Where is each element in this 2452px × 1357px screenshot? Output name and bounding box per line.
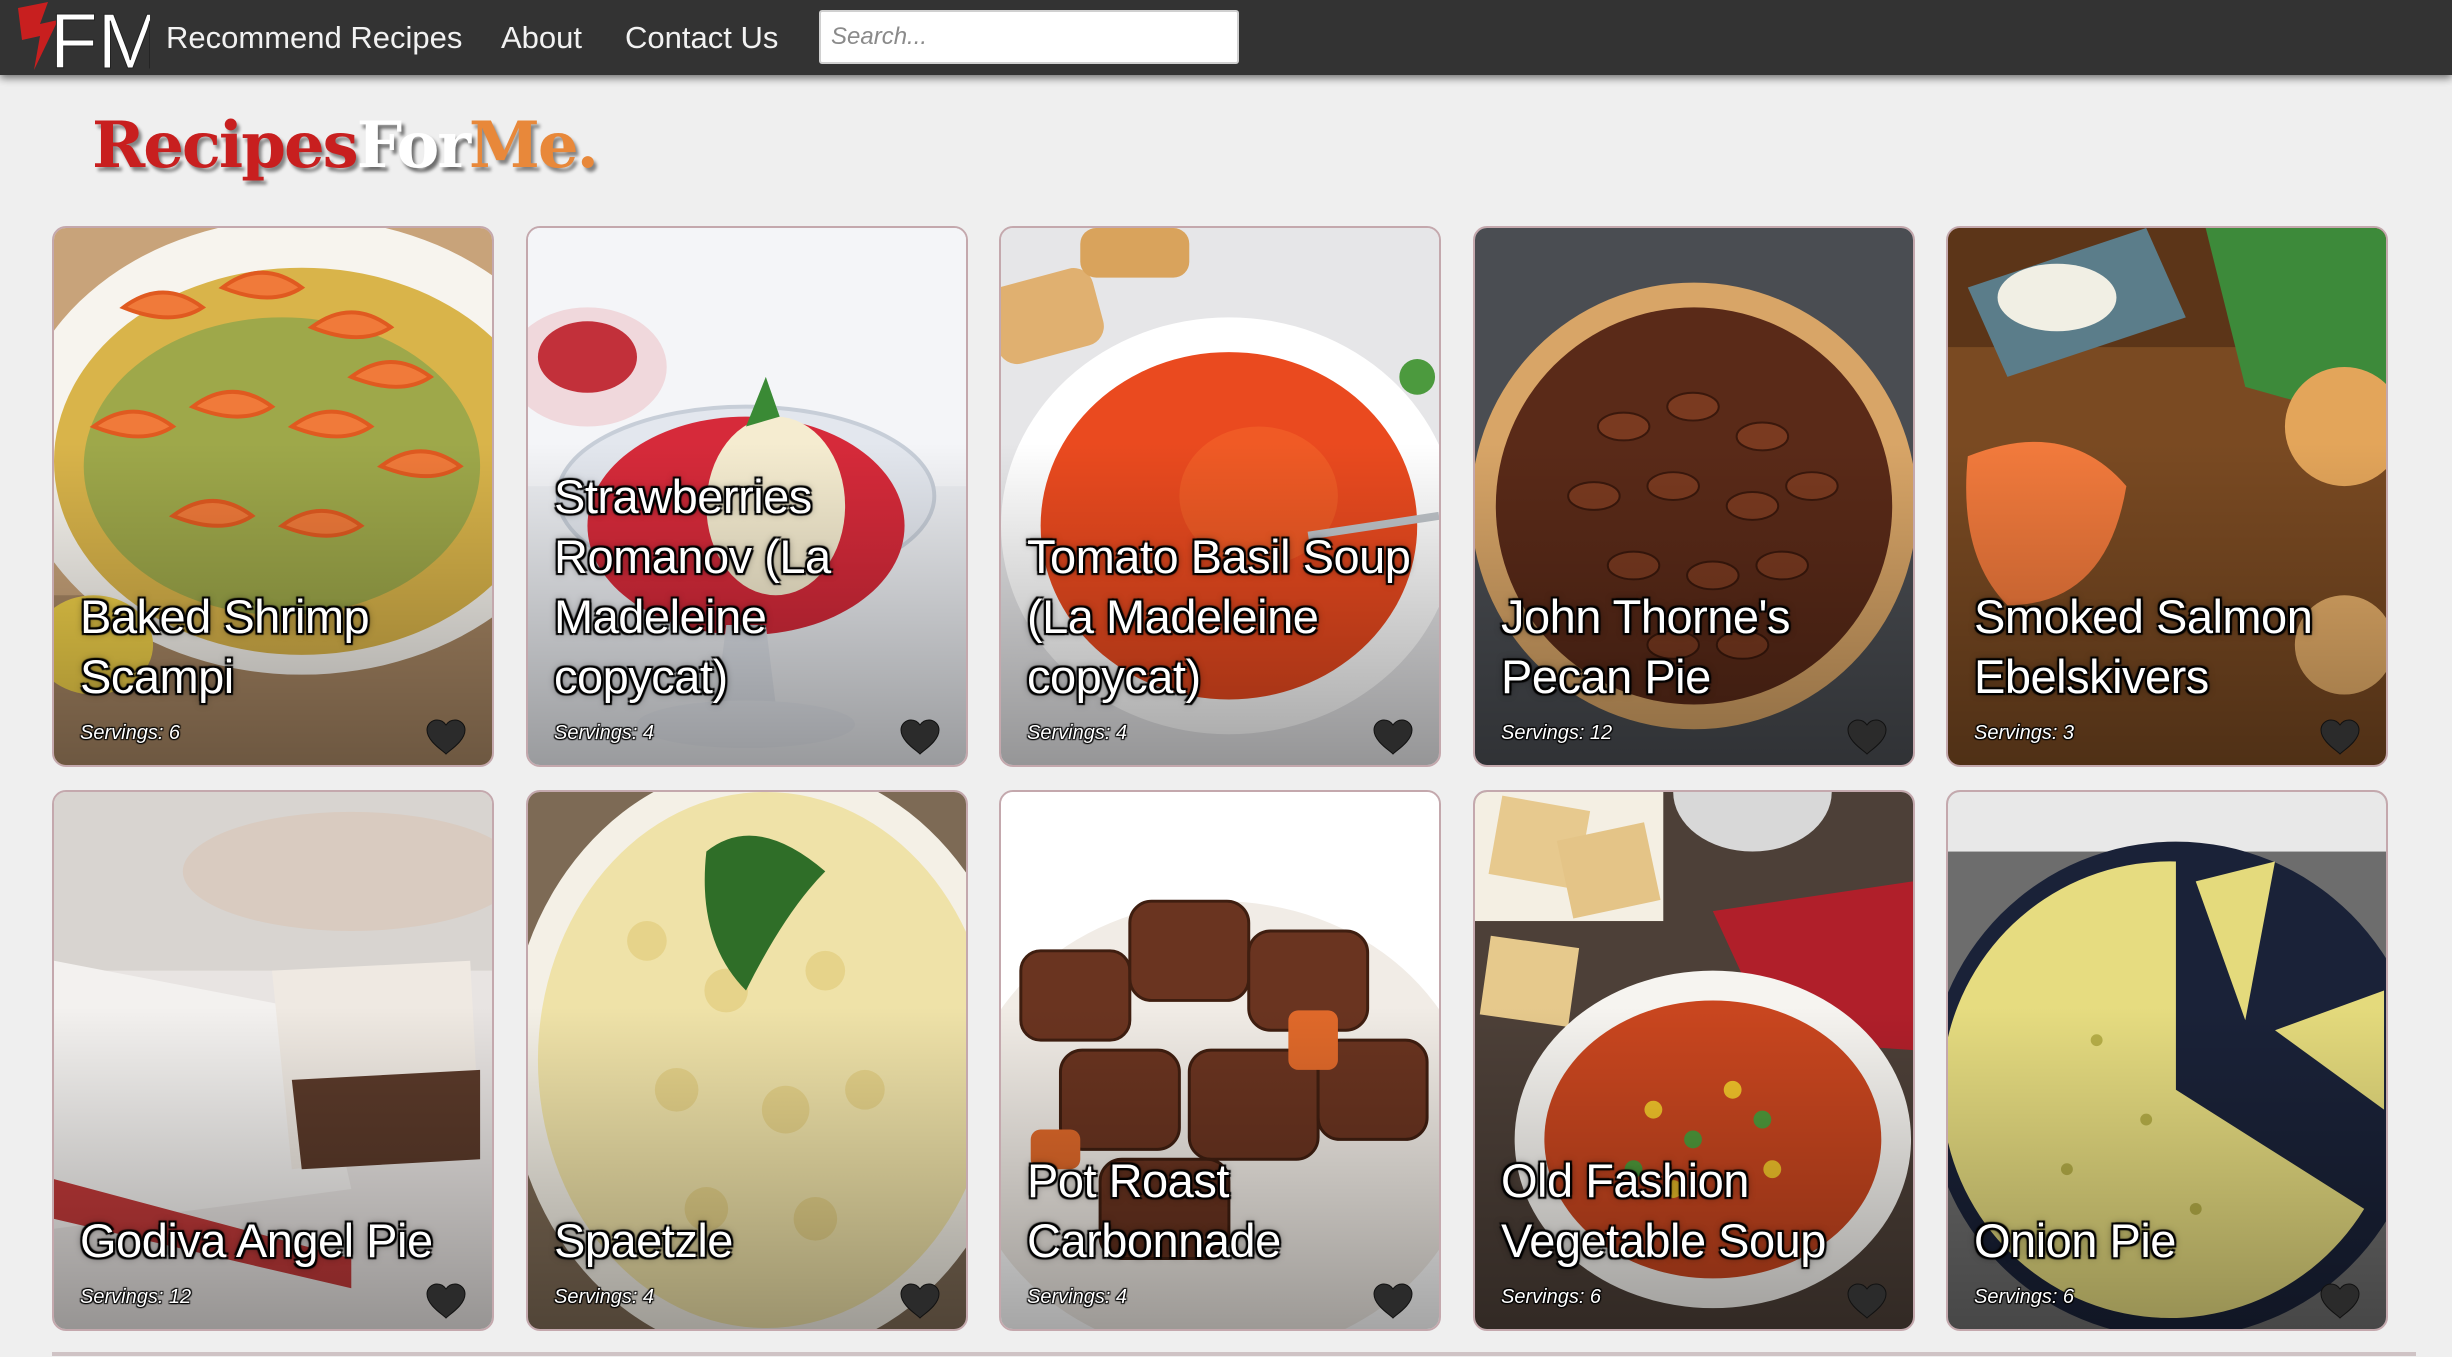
recipe-servings: Servings: 12 [80,1286,192,1308]
heart-icon[interactable] [2320,719,2360,755]
recipe-title[interactable]: Godiva Angel Pie [80,1211,472,1271]
recipe-servings: Servings: 4 [554,722,655,744]
heart-icon[interactable] [2320,1283,2360,1319]
recipe-card[interactable]: Pot Roast Carbonnade Servings: 4 [999,790,1441,1331]
recipe-card[interactable]: Baked Shrimp Scampi Servings: 6 [52,226,494,767]
recipe-title[interactable]: Tomato Basil Soup (La Madeleine copycat) [1027,527,1419,707]
recipe-title[interactable]: Spaetzle [554,1211,946,1271]
heart-icon[interactable] [426,1283,466,1319]
brand-part-for: For [356,108,471,183]
recipe-title[interactable]: John Thorne's Pecan Pie [1501,587,1893,707]
recipe-title[interactable]: Smoked Salmon Ebelskivers [1974,587,2366,707]
nav-recommend-recipes[interactable]: Recommend Recipes [166,18,462,58]
recipe-card[interactable]: Tomato Basil Soup (La Madeleine copycat)… [999,226,1441,767]
heart-icon[interactable] [426,719,466,755]
top-navbar: FM Recommend Recipes About Contact Us [0,0,2452,75]
nav-about[interactable]: About [501,18,582,58]
recipe-servings: Servings: 4 [554,1286,655,1308]
next-row-edge [52,1352,2416,1356]
recipe-title[interactable]: Onion Pie [1974,1211,2366,1271]
recipe-card[interactable]: Godiva Angel Pie Servings: 12 [52,790,494,1331]
heart-icon[interactable] [1373,719,1413,755]
recipe-title[interactable]: Baked Shrimp Scampi [80,587,472,707]
recipe-servings: Servings: 12 [1501,722,1613,744]
heart-icon[interactable] [1847,1283,1887,1319]
recipe-card[interactable]: Onion Pie Servings: 6 [1946,790,2388,1331]
search-input[interactable] [819,10,1239,64]
recipe-card[interactable]: Spaetzle Servings: 4 [526,790,968,1331]
heart-icon[interactable] [1847,719,1887,755]
heart-icon[interactable] [900,719,940,755]
brand-part-me: Me. [469,108,599,183]
recipe-title[interactable]: Pot Roast Carbonnade [1027,1151,1419,1271]
recipe-title[interactable]: Old Fashion Vegetable Soup [1501,1151,1893,1271]
recipe-servings: Servings: 6 [1974,1286,2075,1308]
heart-icon[interactable] [1373,1283,1413,1319]
recipe-card[interactable]: John Thorne's Pecan Pie Servings: 12 [1473,226,1915,767]
recipe-servings: Servings: 4 [1027,722,1128,744]
brand-title: RecipesForMe. [92,106,599,186]
fm-logo-icon[interactable]: FM [14,0,150,75]
recipe-card[interactable]: Strawberries Romanov (La Madeleine copyc… [526,226,968,767]
logo-text: FM [50,0,150,75]
recipe-servings: Servings: 3 [1974,722,2075,744]
brand-part-recipes: Recipes [92,108,359,183]
recipe-servings: Servings: 6 [1501,1286,1602,1308]
recipe-servings: Servings: 4 [1027,1286,1128,1308]
heart-icon[interactable] [900,1283,940,1319]
nav-contact-us[interactable]: Contact Us [625,18,778,58]
recipe-card[interactable]: Old Fashion Vegetable Soup Servings: 6 [1473,790,1915,1331]
recipe-card[interactable]: Smoked Salmon Ebelskivers Servings: 3 [1946,226,2388,767]
recipe-title[interactable]: Strawberries Romanov (La Madeleine copyc… [554,467,946,707]
recipe-servings: Servings: 6 [80,722,181,744]
